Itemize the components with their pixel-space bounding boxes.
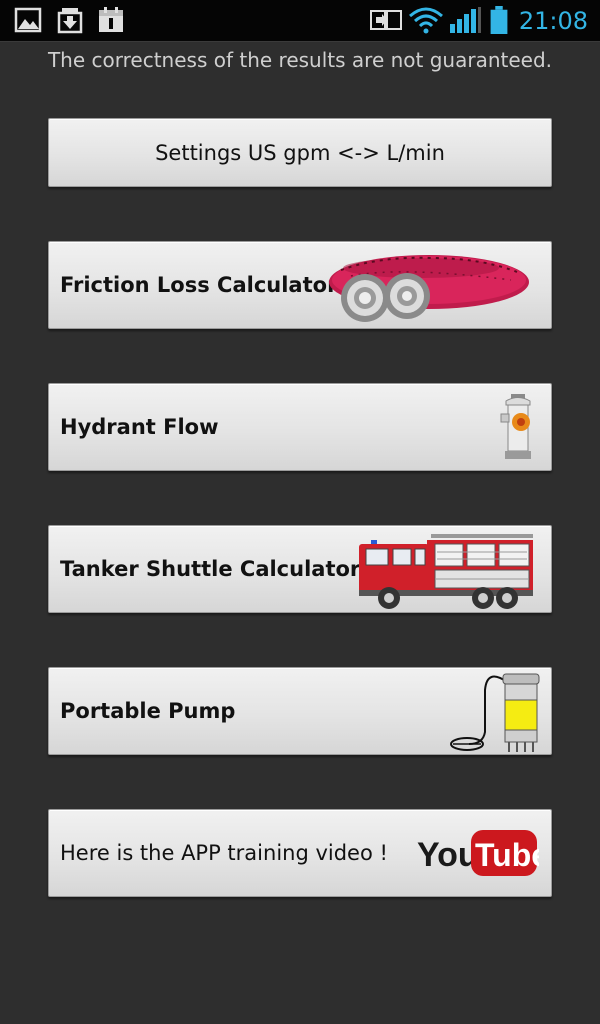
screen-mirroring-icon bbox=[370, 10, 402, 30]
disclaimer-text: The correctness of the results are not g… bbox=[47, 48, 553, 72]
youtube-logo-icon: You Tube bbox=[417, 830, 539, 876]
training-video-button[interactable]: Here is the APP training video ! You Tub… bbox=[48, 809, 552, 897]
calendar-icon bbox=[99, 7, 123, 32]
portable-pump-icon bbox=[450, 673, 540, 752]
settings-units-label: Settings US gpm <-> L/min bbox=[155, 140, 445, 165]
tanker-shuttle-label: Tanker Shuttle Calculator bbox=[60, 557, 361, 581]
friction-loss-label: Friction Loss Calculator bbox=[60, 273, 338, 297]
battery-icon bbox=[490, 6, 508, 34]
fire-hydrant-icon bbox=[500, 394, 531, 459]
fire-truck-icon bbox=[359, 534, 533, 609]
fire-hose-icon bbox=[329, 255, 529, 322]
training-video-label: Here is the APP training video ! bbox=[60, 841, 388, 865]
portable-pump-button[interactable]: Portable Pump bbox=[48, 667, 552, 755]
wifi-icon bbox=[409, 7, 443, 34]
status-bar: 21:08 bbox=[0, 0, 600, 42]
youtube-logo-you: You bbox=[417, 836, 479, 874]
signal-icon bbox=[450, 7, 481, 33]
hydrant-flow-button[interactable]: Hydrant Flow bbox=[48, 383, 552, 471]
youtube-logo-tube: Tube bbox=[475, 837, 539, 873]
portable-pump-label: Portable Pump bbox=[60, 699, 236, 723]
gallery-icon bbox=[14, 7, 42, 33]
clock: 21:08 bbox=[518, 7, 588, 35]
tanker-shuttle-button[interactable]: Tanker Shuttle Calculator bbox=[48, 525, 552, 613]
settings-units-button[interactable]: Settings US gpm <-> L/min bbox=[48, 118, 552, 187]
hydrant-flow-label: Hydrant Flow bbox=[60, 415, 219, 439]
friction-loss-button[interactable]: Friction Loss Calculator bbox=[48, 241, 552, 329]
download-icon bbox=[57, 8, 83, 34]
